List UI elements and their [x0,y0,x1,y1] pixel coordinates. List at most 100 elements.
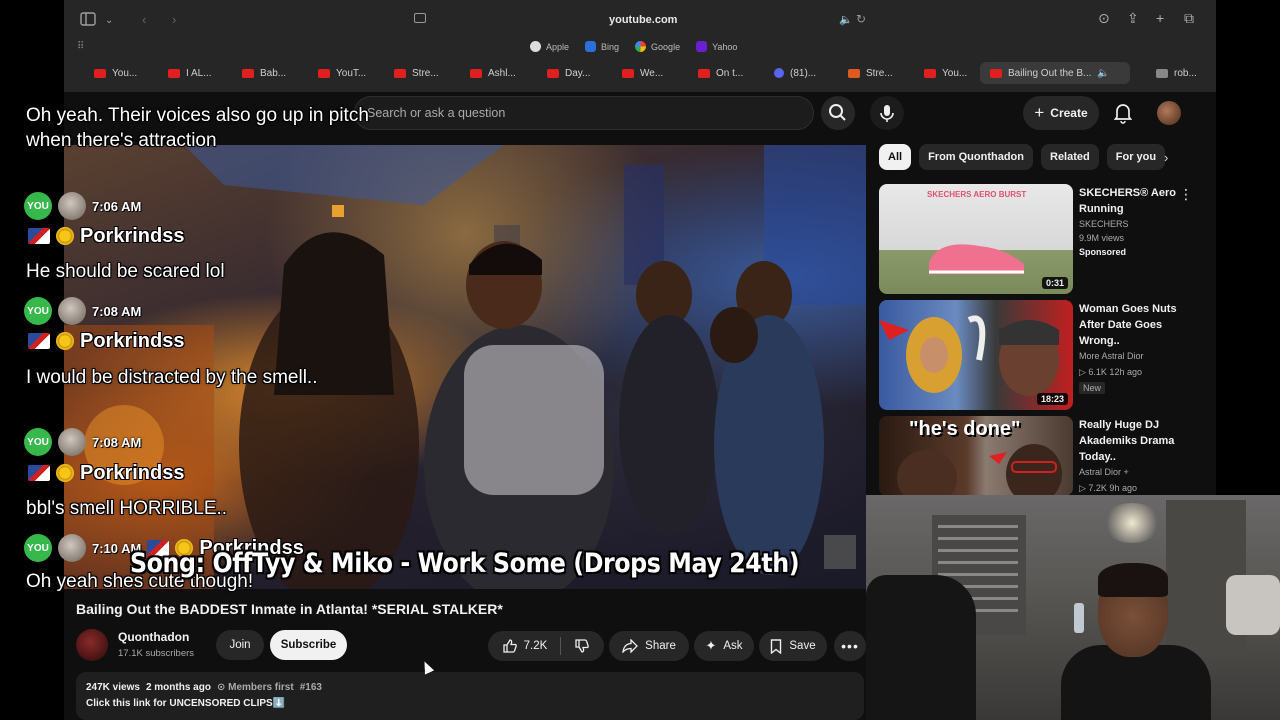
blind-slat [938,561,1018,564]
tab-active[interactable]: Bailing Out the B... 🔈 [980,62,1130,84]
speaker-icon[interactable]: 🔈 [1097,68,1109,79]
tab-8[interactable]: We... [622,62,663,84]
save-button[interactable]: Save [759,631,827,661]
thumbnail-faces [897,444,1062,496]
chip-related[interactable]: Related [1041,144,1099,170]
dislike-button[interactable] [574,638,590,654]
like-dislike-group: 7.2K [488,631,604,661]
address-bar[interactable]: youtube.com [609,14,677,26]
share-icon[interactable]: ⇪ [1127,10,1139,27]
ask-button[interactable]: ✦ Ask [694,631,754,661]
bell-icon [1113,104,1133,124]
thumbs-down-icon [575,639,590,653]
favorite-google[interactable]: Google [635,41,680,52]
create-button[interactable]: + Create [1023,96,1099,130]
video-thumbnail[interactable]: "he's done" [879,416,1073,496]
tab-7[interactable]: Day... [547,62,590,84]
plus-icon: + [1034,103,1045,122]
apple-icon [530,41,541,52]
stream-icon [848,68,860,78]
sparkle-icon: ✦ [705,638,717,653]
sun-badge-icon [56,332,74,350]
member-badge: YOU [24,297,52,325]
water-bottle [1074,603,1084,633]
related-chips: All From Quonthadon Related For you [879,144,1166,170]
streamer-hair [1098,563,1168,597]
song-caption: Song: OffTyy & Miko - Work Some (Drops M… [130,548,800,579]
tab-6[interactable]: Ashl... [470,62,516,84]
chat-message-text: bbl's smell HORRIBLE.. [26,498,228,519]
chat-message-text: Oh yeah. Their voices also go up in pitc… [26,105,369,151]
search-icon [829,104,846,121]
tab-12[interactable]: You... [924,62,967,84]
video-thumbnail[interactable]: 18:23 [879,300,1073,410]
chat-avatar [58,428,86,456]
account-avatar[interactable] [1157,101,1181,125]
divider [560,637,562,655]
favorite-yahoo[interactable]: Yahoo [696,41,737,52]
chat-username-row: Porkrindss [28,460,184,486]
chat-avatar [58,297,86,325]
share-button[interactable]: Share [609,631,689,661]
new-tab-icon[interactable]: + [1156,10,1164,26]
favorite-apple[interactable]: Apple [530,41,569,52]
downloads-icon[interactable]: ⊙ [1098,10,1110,27]
member-badge: YOU [24,428,52,456]
blind-slat [938,525,1018,528]
reload-icon[interactable]: ↻ [856,12,866,26]
chip-for-you[interactable]: For you [1106,144,1166,170]
thumbs-up-icon [503,639,517,653]
youtube-icon [622,68,634,78]
tab-9[interactable]: On t... [698,62,743,84]
recommendation-item[interactable]: 18:23 Woman Goes Nuts After Date Goes Wr… [879,300,1209,410]
chat-message-header: YOU 7:06 AM [24,192,141,220]
youtube-icon [924,68,936,78]
chat-message-header: YOU 7:08 AM [24,428,141,456]
more-horizontal-icon: ••• [841,638,859,654]
youtube-icon [698,68,710,78]
flag-icon [28,333,50,349]
chat-message-header: YOU 7:08 AM [24,297,141,325]
tab-11[interactable]: Stre... [848,62,893,84]
tab-14[interactable]: rob... [1156,62,1197,84]
youtube-icon [547,68,559,78]
tab-overview-icon[interactable]: ⧉ [1184,10,1194,27]
like-button[interactable]: 7.2K [502,638,547,654]
audio-playing-icon[interactable]: 🔈 [839,13,853,26]
microphone-icon [880,105,894,122]
google-icon [635,41,647,52]
search-button[interactable] [821,96,855,130]
sponsored-label: Sponsored [1079,247,1127,257]
chat-avatar [58,534,86,562]
chip-from-channel[interactable]: From Quonthadon [919,144,1033,170]
notifications-button[interactable] [1113,102,1133,124]
favorite-bing[interactable]: Bing [585,41,619,52]
blind-slat [938,537,1018,540]
blind-slat [938,549,1018,552]
recommendation-item[interactable]: SKECHERS AERO BURST 0:31 SKECHERS® Aero … [879,184,1209,294]
flag-icon [28,228,50,244]
more-actions-button[interactable]: ••• [834,631,866,661]
page-icon [1156,68,1168,78]
bing-icon [585,41,597,52]
pillow [1226,575,1280,635]
chat-message-text: I would be distracted by the smell.. [26,367,318,388]
video-thumbnail[interactable]: SKECHERS AERO BURST 0:31 [879,184,1073,294]
new-badge: New [1079,382,1106,394]
more-vertical-icon[interactable]: ⋮ [1179,186,1193,203]
tab-10[interactable]: (81)... [774,62,816,84]
ceiling-light [1102,503,1162,543]
bookmark-icon [771,638,782,654]
sun-badge-icon [56,464,74,482]
gaming-chair [866,575,976,720]
member-badge: YOU [24,534,52,562]
recommendation-item[interactable]: "he's done" Really Huge DJ Akademiks Dra… [879,416,1209,496]
voice-search-button[interactable] [870,96,904,130]
chat-username-row: Porkrindss [28,223,184,249]
discord-icon [774,68,784,78]
chat-message-text: He should be scared lol [26,261,225,282]
chip-all[interactable]: All [879,144,912,170]
chevron-right-icon[interactable]: › [1164,150,1168,165]
flag-icon [28,465,50,481]
search-bar[interactable]: Search or ask a question [354,96,814,130]
